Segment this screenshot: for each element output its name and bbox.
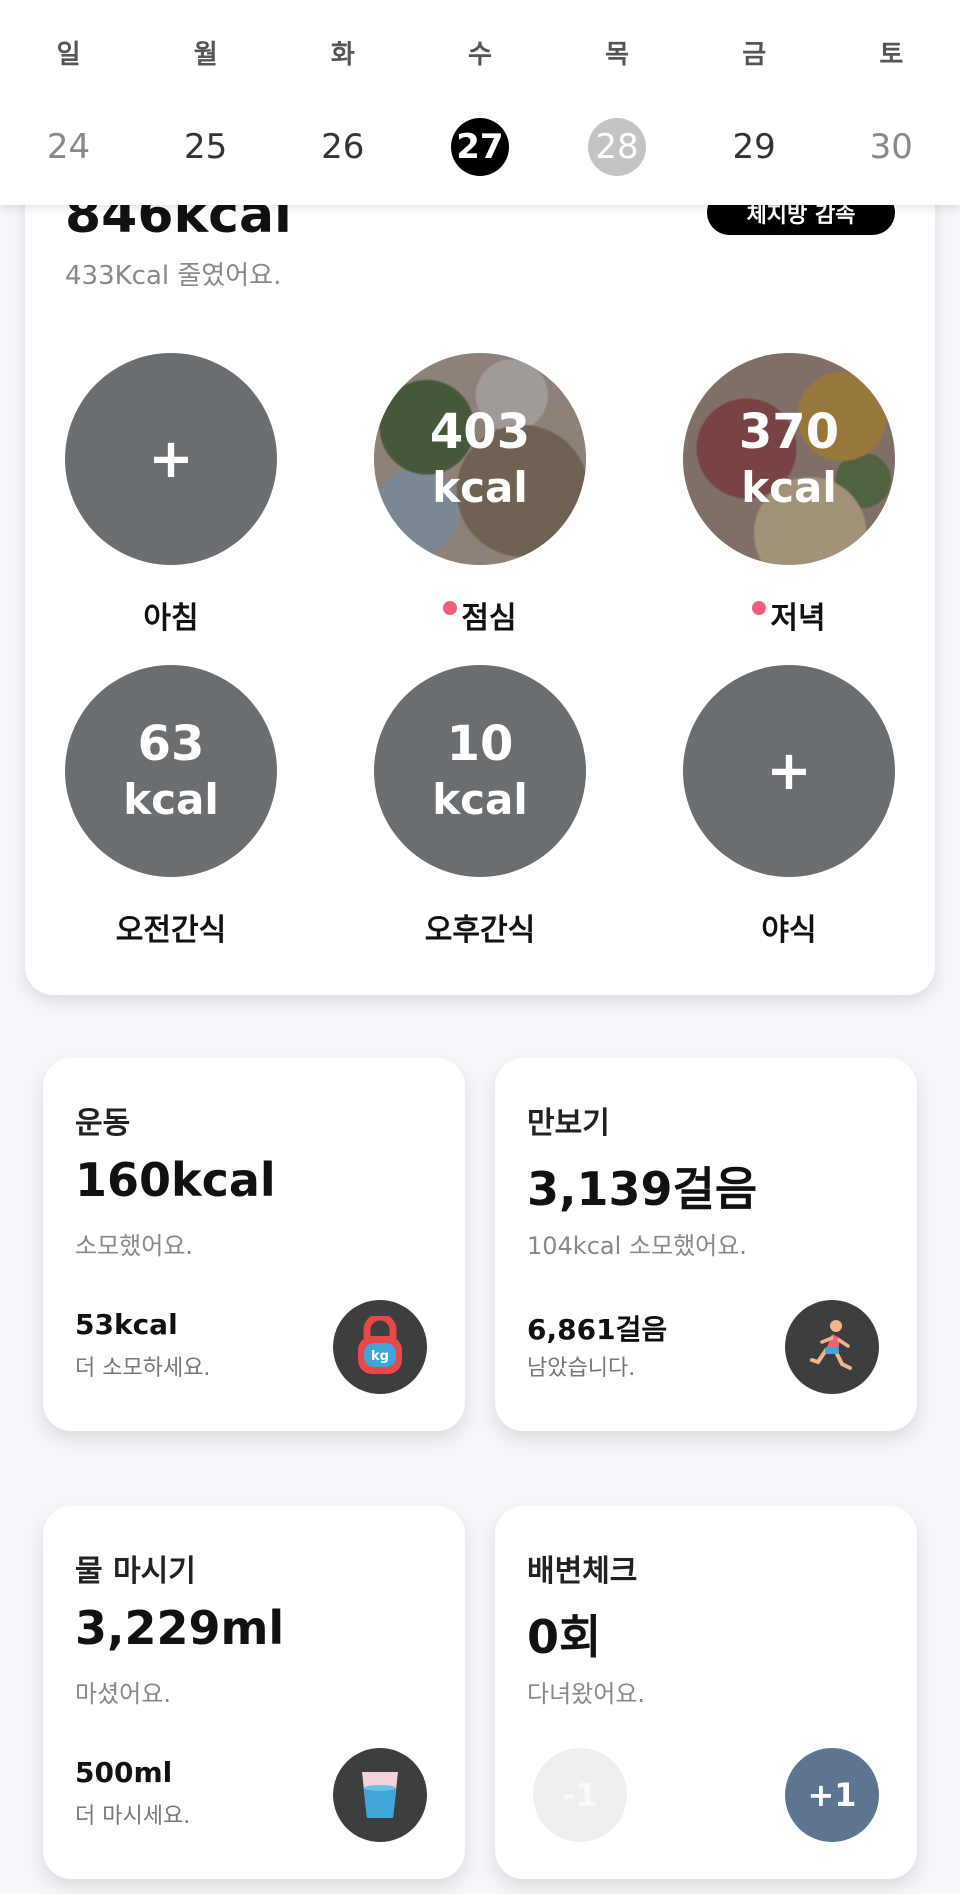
water-remain-sub: 더 마시세요.	[75, 1804, 191, 1829]
meal-label-text: 점심	[461, 601, 517, 636]
weekday-fri: 금	[742, 40, 767, 70]
plus-icon: +	[766, 739, 812, 802]
kettlebell-icon[interactable]: kg	[333, 1300, 427, 1394]
weekday-tue: 화	[330, 40, 355, 70]
steps-remain-sub: 남았습니다.	[527, 1356, 636, 1381]
meal-label-late-night: 야식	[761, 905, 816, 949]
weekday-thu: 목	[605, 40, 630, 70]
weekday-wed: 수	[467, 40, 492, 70]
morning-snack-kcal-value: 63	[137, 715, 205, 772]
exercise-remain: 53kcal	[75, 1308, 178, 1341]
steps-remain: 6,861걸음	[527, 1313, 668, 1346]
meal-label-text: 오전간식	[115, 913, 227, 948]
lunch-kcal-unit: kcal	[432, 462, 528, 512]
meal-dinner[interactable]: 370 kcal 저녁	[683, 353, 895, 637]
week-strip: 일 월 화 수 목 금 토 24 25 26 27 28 29 30	[0, 0, 960, 205]
bowel-check-card[interactable]: 배변체크 0회 다녀왔어요. -1 +1	[495, 1506, 917, 1879]
exercise-card[interactable]: 운동 160kcal 소모했어요. 53kcal 더 소모하세요. kg	[43, 1058, 465, 1431]
meal-label-text: 저녁	[770, 601, 826, 636]
meal-label-afternoon-snack: 오후간식	[425, 905, 535, 949]
svg-text:kg: kg	[371, 1349, 389, 1364]
date-30[interactable]: 30	[862, 118, 920, 176]
water-cup-icon[interactable]	[333, 1748, 427, 1842]
meal-lunch[interactable]: 403 kcal 점심	[374, 353, 586, 637]
bowel-title: 배변체크	[527, 1554, 638, 1589]
afternoon-snack-circle[interactable]: 10 kcal	[374, 665, 586, 877]
weekday-names-row: 일 월 화 수 목 금 토	[0, 34, 960, 71]
decrement-button[interactable]: -1	[533, 1748, 627, 1842]
steps-value: 3,139걸음	[527, 1162, 758, 1216]
dinner-photo-circle[interactable]: 370 kcal	[683, 353, 895, 565]
pedometer-card[interactable]: 만보기 3,139걸음 104kcal 소모했어요. 6,861걸음 남았습니다…	[495, 1058, 917, 1431]
new-dot-indicator	[443, 601, 458, 615]
lunch-photo-circle[interactable]: 403 kcal	[374, 353, 586, 565]
steps-title: 만보기	[527, 1106, 610, 1141]
plus-icon: +	[148, 427, 194, 490]
weekday-sat: 토	[879, 40, 904, 70]
exercise-title: 운동	[75, 1106, 131, 1141]
meal-label-text: 오후간식	[424, 913, 536, 948]
dinner-kcal-value: 370	[738, 403, 840, 460]
date-27-selected[interactable]: 27	[450, 118, 509, 176]
lunch-kcal-value: 403	[429, 403, 531, 460]
reduced-kcal-text: 433Kcal 줄였어요.	[65, 261, 282, 291]
bowel-sub: 다녀왔어요.	[527, 1680, 646, 1708]
meal-breakfast[interactable]: + 아침	[65, 353, 277, 637]
meal-label-morning-snack: 오전간식	[116, 905, 226, 949]
morning-snack-kcal-unit: kcal	[123, 774, 219, 824]
water-value: 3,229ml	[75, 1601, 285, 1655]
increment-button[interactable]: +1	[785, 1748, 879, 1842]
meal-label-breakfast: 아침	[143, 593, 198, 637]
water-card[interactable]: 물 마시기 3,229ml 마셨어요. 500ml 더 마시세요.	[43, 1506, 465, 1879]
exercise-remain-sub: 더 소모하세요.	[75, 1356, 211, 1381]
weekday-mon: 월	[193, 40, 218, 70]
late-night-add-circle[interactable]: +	[683, 665, 895, 877]
exercise-sub: 소모했어요.	[75, 1232, 194, 1260]
date-28-today[interactable]: 28	[588, 118, 647, 176]
bowel-value: 0회	[527, 1610, 602, 1664]
weekday-sun: 일	[56, 40, 81, 70]
meal-label-lunch: 점심	[443, 593, 517, 637]
water-title: 물 마시기	[75, 1554, 196, 1589]
meal-summary-card: 846kcal 체지방 감속 433Kcal 줄였어요. + 아침 403 kc…	[25, 120, 935, 995]
new-dot-indicator	[752, 601, 767, 615]
dates-row: 24 25 26 27 28 29 30	[0, 118, 960, 176]
afternoon-snack-kcal-unit: kcal	[432, 774, 528, 824]
morning-snack-circle[interactable]: 63 kcal	[65, 665, 277, 877]
steps-sub: 104kcal 소모했어요.	[527, 1232, 747, 1260]
meal-afternoon-snack[interactable]: 10 kcal 오후간식	[374, 665, 586, 949]
exercise-value: 160kcal	[75, 1153, 276, 1207]
meal-morning-snack[interactable]: 63 kcal 오전간식	[65, 665, 277, 949]
date-24[interactable]: 24	[40, 118, 98, 176]
date-29[interactable]: 29	[725, 118, 783, 176]
water-sub: 마셨어요.	[75, 1680, 171, 1708]
afternoon-snack-kcal-value: 10	[446, 715, 514, 772]
date-25[interactable]: 25	[177, 118, 235, 176]
dinner-kcal-unit: kcal	[741, 462, 837, 512]
meal-label-dinner: 저녁	[752, 593, 826, 637]
water-remain: 500ml	[75, 1756, 173, 1789]
meal-label-text: 아침	[143, 601, 199, 636]
date-26[interactable]: 26	[314, 118, 372, 176]
runner-icon[interactable]	[785, 1300, 879, 1394]
meal-late-night[interactable]: + 야식	[683, 665, 895, 949]
breakfast-add-circle[interactable]: +	[65, 353, 277, 565]
meal-label-text: 야식	[761, 913, 817, 948]
